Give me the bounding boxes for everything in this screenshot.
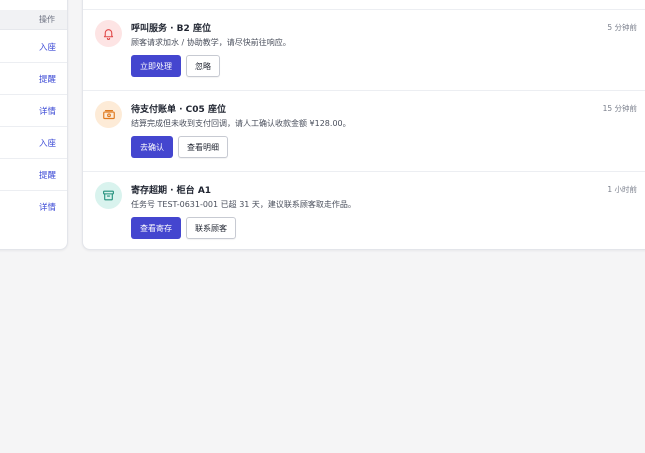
- notification-icon-wrap: [95, 20, 122, 47]
- row-action-link[interactable]: 提醒: [39, 169, 56, 181]
- notification-description: 结算完成但未收到支付回调，请人工确认收款金额 ¥128.00。: [131, 119, 351, 128]
- notification-title: 待支付账单 · C05 座位: [131, 105, 226, 115]
- table-row: 详情: [0, 95, 67, 127]
- row-action-link[interactable]: 提醒: [39, 73, 56, 85]
- notification-time: 5 分钟前: [607, 23, 637, 32]
- notification-actions: 去确认 查看明细: [131, 136, 228, 158]
- notification-actions: 立即处理 忽略: [131, 55, 220, 77]
- row-action-link[interactable]: 详情: [39, 105, 56, 117]
- contact-customer-button[interactable]: 联系顾客: [186, 217, 236, 239]
- table-row: 入座: [0, 127, 67, 159]
- notification-item: 寄存超期 · 柜台 A1 任务号 TEST-0631-001 已超 31 天，建…: [83, 171, 645, 249]
- table-panel: 操作 入座 提醒 详情 入座 提醒 详情: [0, 0, 68, 250]
- row-action-link[interactable]: 详情: [39, 201, 56, 213]
- table-row: 详情: [0, 191, 67, 223]
- notification-title: 寄存超期 · 柜台 A1: [131, 186, 212, 196]
- notification-title: 呼叫服务 · B2 座位: [131, 24, 211, 34]
- handle-now-button[interactable]: 立即处理: [131, 55, 181, 77]
- table-row: 入座: [0, 31, 67, 63]
- notification-item: 呼叫服务 · B2 座位 顾客请求加水 / 协助教学，请尽快前往响应。 5 分钟…: [83, 9, 645, 89]
- archive-icon: [103, 190, 114, 201]
- view-storage-button[interactable]: 查看寄存: [131, 217, 181, 239]
- row-action-link[interactable]: 入座: [39, 41, 56, 53]
- bell-icon: [103, 29, 114, 40]
- action-column-header: 操作: [39, 15, 55, 24]
- ignore-button[interactable]: 忽略: [186, 55, 220, 77]
- notification-time: 1 小时前: [607, 185, 637, 194]
- table-header: 操作: [0, 10, 67, 30]
- table-row: 提醒: [0, 159, 67, 191]
- notification-icon-wrap: [95, 101, 122, 128]
- cash-icon: [102, 109, 115, 119]
- notification-icon-wrap: [95, 182, 122, 209]
- notification-description: 任务号 TEST-0631-001 已超 31 天，建议联系顾客取走作品。: [131, 200, 356, 209]
- notification-description: 顾客请求加水 / 协助教学，请尽快前往响应。: [131, 38, 291, 47]
- table-row: 提醒: [0, 63, 67, 95]
- notification-item: 待支付账单 · C05 座位 结算完成但未收到支付回调，请人工确认收款金额 ¥1…: [83, 90, 645, 171]
- notification-actions: 查看寄存 联系顾客: [131, 217, 236, 239]
- row-action-link[interactable]: 入座: [39, 137, 56, 149]
- notifications-panel: 呼叫服务 · B2 座位 顾客请求加水 / 协助教学，请尽快前往响应。 5 分钟…: [82, 0, 645, 250]
- notification-time: 15 分钟前: [602, 104, 637, 113]
- view-details-button[interactable]: 查看明细: [178, 136, 228, 158]
- confirm-payment-button[interactable]: 去确认: [131, 136, 173, 158]
